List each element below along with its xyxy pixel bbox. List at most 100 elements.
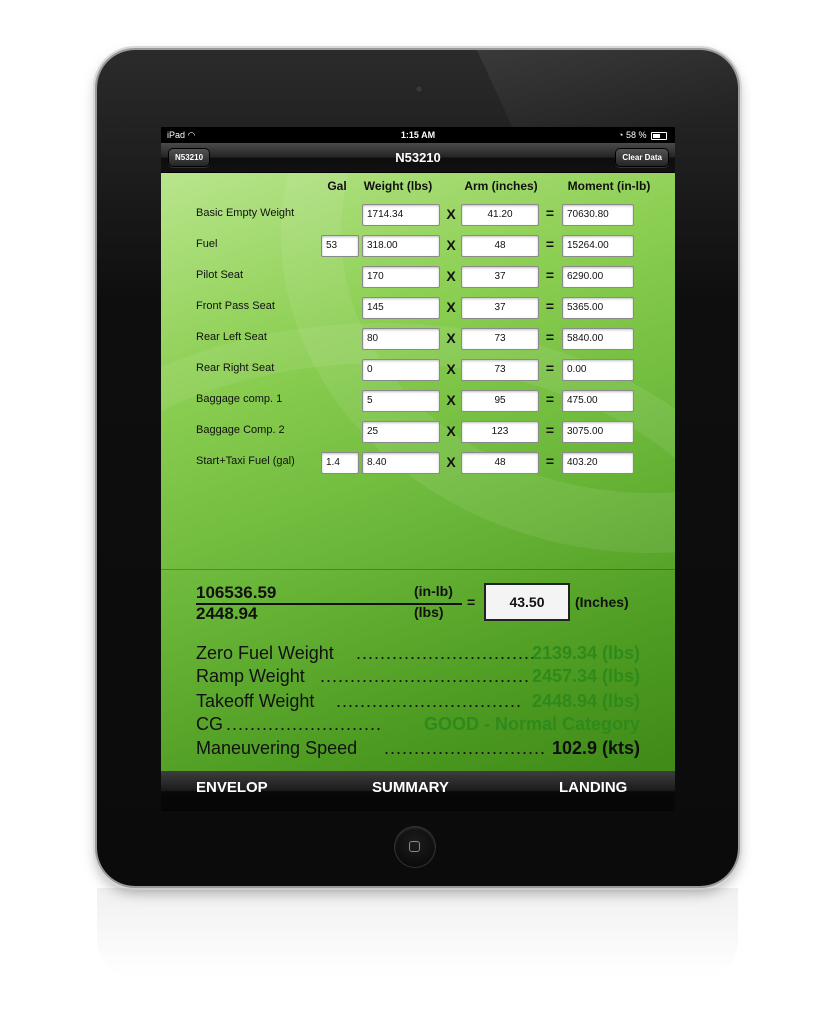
moment-value: 6290.00 <box>562 266 634 288</box>
summary-label: Ramp Weight <box>196 666 305 686</box>
gal-header: Gal <box>327 179 347 193</box>
screen: iPad ◠ 1:15 AM ◔ 58 % N53210 N53210 Clea… <box>161 127 675 811</box>
multiply-sign: X <box>446 423 456 439</box>
equals-sign: = <box>545 205 555 221</box>
navigation-bar: N53210 N53210 Clear Data <box>161 143 675 173</box>
total-moment: 106536.59 <box>196 583 277 602</box>
row-label: Baggage comp. 1 <box>196 393 283 405</box>
section-divider <box>161 569 675 570</box>
battery-icon <box>651 131 667 140</box>
cg-equals-sign: = <box>467 594 476 610</box>
moment-value: 403.20 <box>562 452 634 474</box>
arm-input[interactable]: 41.20 <box>461 204 539 226</box>
takeoff-weight-value: 2448.94 (lbs) <box>531 691 640 711</box>
multiply-sign: X <box>446 392 456 408</box>
tab-envelop[interactable]: ENVELOP <box>196 771 268 811</box>
leader-dots: .............................. <box>356 643 537 663</box>
multiply-sign: X <box>446 454 456 470</box>
leader-dots: ........................... <box>384 738 547 758</box>
maneuvering-speed-line: Maneuvering Speed ......................… <box>196 738 640 760</box>
multiply-sign: X <box>446 330 456 346</box>
equals-sign: = <box>545 236 555 252</box>
lock-rotation-icon: ◔ <box>618 130 624 140</box>
ramp-weight-value: 2457.34 (lbs) <box>531 666 640 686</box>
arm-input[interactable]: 73 <box>461 359 539 381</box>
status-time: 1:15 AM <box>400 130 436 140</box>
moment-value: 475.00 <box>562 390 634 412</box>
arm-header: Arm (inches) <box>464 179 538 193</box>
weight-input[interactable]: 0 <box>362 359 440 381</box>
weight-input[interactable]: 80 <box>362 328 440 350</box>
multiply-sign: X <box>446 237 456 253</box>
moment-value: 15264.00 <box>562 235 634 257</box>
leader-dots: .......................... <box>226 714 383 734</box>
cg-status-value: GOOD - Normal Category <box>423 714 640 734</box>
battery-percent: 58 % <box>625 130 647 140</box>
equals-sign: = <box>545 329 555 345</box>
moment-value: 5840.00 <box>562 328 634 350</box>
row-label: Fuel <box>196 238 218 250</box>
leader-dots: ............................... <box>336 691 523 711</box>
row-label: Front Pass Seat <box>196 300 275 312</box>
moment-value: 70630.80 <box>562 204 634 226</box>
equals-sign: = <box>545 422 555 438</box>
summary-label: Zero Fuel Weight <box>196 643 334 663</box>
arm-input[interactable]: 37 <box>461 297 539 319</box>
summary-label: Maneuvering Speed <box>196 738 358 758</box>
moment-value: 5365.00 <box>562 297 634 319</box>
weight-input[interactable]: 145 <box>362 297 440 319</box>
tab-landing[interactable]: LANDING <box>559 771 627 811</box>
weight-input[interactable]: 8.40 <box>362 452 440 474</box>
row-label: Rear Right Seat <box>196 362 275 374</box>
takeoff-weight-line: Takeoff Weight .........................… <box>196 691 640 713</box>
multiply-sign: X <box>446 299 456 315</box>
summary-label: CG <box>196 714 223 734</box>
arm-input[interactable]: 48 <box>461 452 539 474</box>
weight-unit: (lbs) <box>414 604 444 620</box>
weight-input[interactable]: 318.00 <box>362 235 440 257</box>
arm-input[interactable]: 37 <box>461 266 539 288</box>
gal-input[interactable]: 53 <box>321 235 359 257</box>
weight-balance-panel: Gal Weight (lbs) Arm (inches) Moment (in… <box>161 173 675 771</box>
equals-sign: = <box>545 391 555 407</box>
row-label: Baggage Comp. 2 <box>196 424 285 436</box>
home-square-icon <box>409 841 420 852</box>
ramp-weight-line: Ramp Weight ............................… <box>196 666 640 688</box>
arm-input[interactable]: 123 <box>461 421 539 443</box>
arm-input[interactable]: 73 <box>461 328 539 350</box>
weight-input[interactable]: 1714.34 <box>362 204 440 226</box>
row-label: Start+Taxi Fuel (gal) <box>196 455 295 467</box>
weight-input[interactable]: 170 <box>362 266 440 288</box>
weight-header: Weight (lbs) <box>363 179 433 193</box>
arm-input[interactable]: 48 <box>461 235 539 257</box>
zero-fuel-weight-value: 2139.34 (lbs) <box>531 643 640 663</box>
gal-input[interactable]: 1.4 <box>321 452 359 474</box>
tab-summary[interactable]: SUMMARY <box>372 771 449 811</box>
moment-value: 3075.00 <box>562 421 634 443</box>
equals-sign: = <box>545 267 555 283</box>
row-label: Basic Empty Weight <box>196 207 295 219</box>
leader-dots: ................................... <box>320 666 531 686</box>
moment-value: 0.00 <box>562 359 634 381</box>
equals-sign: = <box>545 360 555 376</box>
moment-unit: (in-lb) <box>414 583 453 599</box>
clear-data-button[interactable]: Clear Data <box>615 148 669 167</box>
camera <box>415 85 423 93</box>
total-weight: 2448.94 <box>196 604 258 623</box>
row-label: Pilot Seat <box>196 269 244 281</box>
row-label: Rear Left Seat <box>196 331 267 343</box>
device-reflection <box>97 888 738 978</box>
page-title: N53210 <box>395 150 441 165</box>
summary-label: Takeoff Weight <box>196 691 315 711</box>
zero-fuel-weight-line: Zero Fuel Weight .......................… <box>196 643 640 665</box>
moment-header: Moment (in-lb) <box>567 179 651 193</box>
weight-input[interactable]: 25 <box>362 421 440 443</box>
equals-sign: = <box>545 298 555 314</box>
home-button[interactable] <box>395 827 435 867</box>
weight-input[interactable]: 5 <box>362 390 440 412</box>
equals-sign: = <box>545 453 555 469</box>
status-bar: iPad ◠ 1:15 AM ◔ 58 % <box>161 127 675 143</box>
cg-unit: (Inches) <box>575 594 629 610</box>
arm-input[interactable]: 95 <box>461 390 539 412</box>
multiply-sign: X <box>446 268 456 284</box>
